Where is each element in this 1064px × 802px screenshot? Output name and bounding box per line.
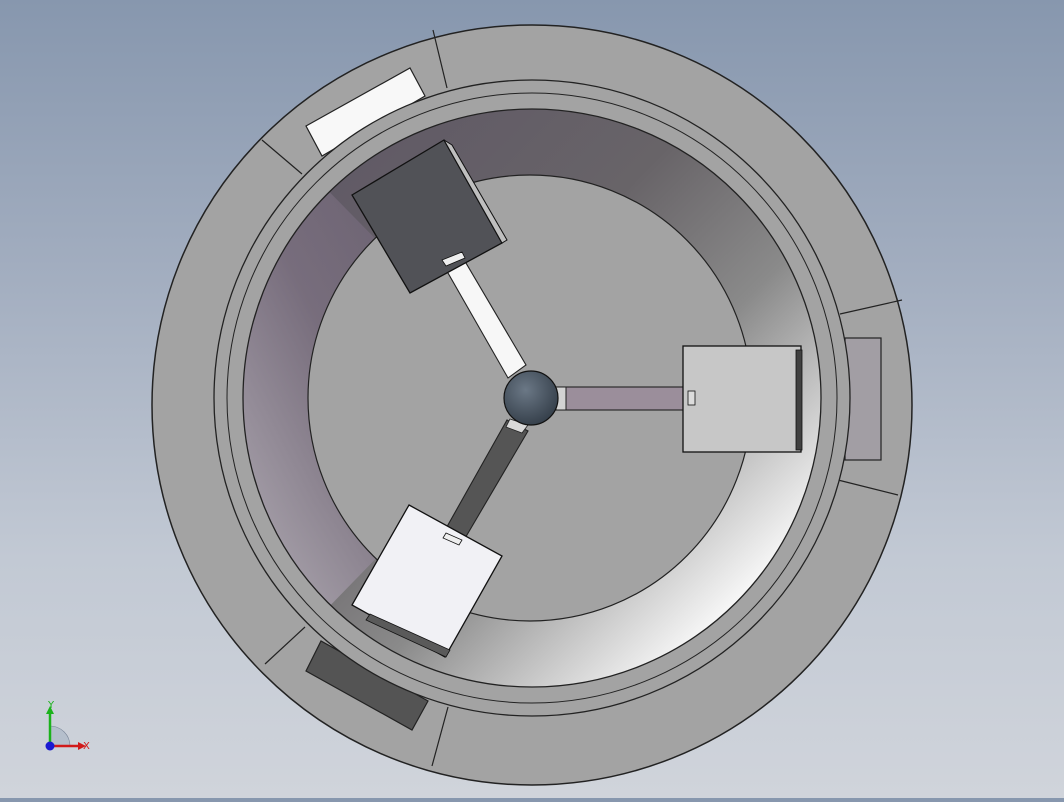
x-axis-label: X bbox=[83, 741, 90, 752]
coordinate-triad: Y X bbox=[45, 700, 90, 752]
y-axis-label: Y bbox=[47, 700, 55, 711]
center-hub bbox=[503, 370, 559, 426]
graphics-viewport[interactable]: Y X bbox=[0, 0, 1064, 798]
arm-right bbox=[555, 386, 689, 411]
model-view[interactable] bbox=[0, 0, 1064, 798]
blade-right bbox=[682, 345, 803, 453]
z-axis-dot-icon bbox=[45, 741, 55, 751]
